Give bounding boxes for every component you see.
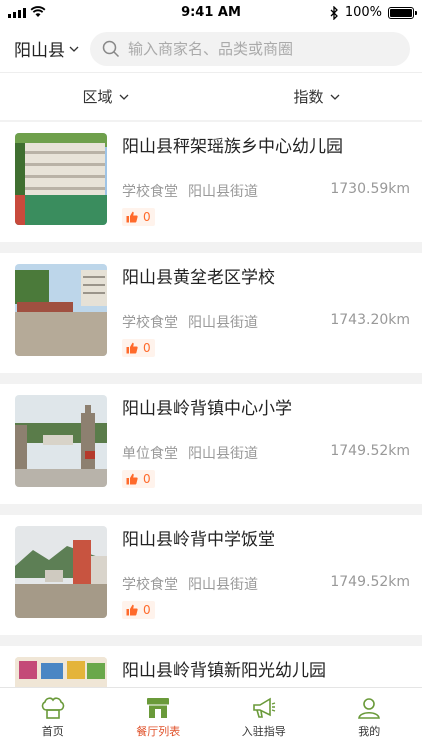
status-right: 100% <box>330 5 417 20</box>
search-bar[interactable] <box>90 32 410 66</box>
like-badge[interactable]: 0 <box>122 339 155 357</box>
restaurant-card[interactable]: 阳山县黄坌老区学校 学校食堂 阳山县街道 1743.20km 0 <box>0 253 422 373</box>
thumbs-up-icon <box>126 473 138 485</box>
tab-restaurant-list-label: 餐厅列表 <box>136 725 181 738</box>
restaurant-category: 单位食堂 <box>122 446 178 462</box>
tab-bar: 首页 餐厅列表 入驻指导 我的 <box>0 687 422 750</box>
search-input[interactable] <box>128 40 388 58</box>
restaurant-name: 阳山县秤架瑶族乡中心幼儿园 <box>122 137 343 157</box>
chevron-down-icon <box>330 94 339 100</box>
battery-percent: 100% <box>344 5 382 20</box>
tab-me-label: 我的 <box>358 725 381 738</box>
tab-home[interactable]: 首页 <box>0 688 106 750</box>
filter-region-label: 区域 <box>82 88 113 106</box>
location-label: 阳山县 <box>14 41 65 61</box>
restaurant-area: 阳山县街道 <box>188 315 258 331</box>
chevron-down-icon <box>119 94 128 100</box>
like-count: 0 <box>143 472 151 486</box>
restaurant-card[interactable]: 阳山县秤架瑶族乡中心幼儿园 学校食堂 阳山县街道 1730.59km 0 <box>0 122 422 242</box>
restaurant-distance: 1730.59km <box>330 181 410 197</box>
tab-guide[interactable]: 入驻指导 <box>211 688 317 750</box>
chevron-down-icon <box>69 46 79 52</box>
restaurant-meta: 学校食堂 阳山县街道 <box>122 181 258 201</box>
filter-bar: 区域 指数 <box>0 72 422 120</box>
restaurant-photo <box>15 395 107 487</box>
filter-region[interactable]: 区域 <box>0 73 211 120</box>
location-selector[interactable]: 阳山县 <box>14 36 79 61</box>
app-root: 9:41 AM 100% 阳山县 区域 指数 <box>0 0 422 750</box>
restaurant-name: 阳山县岭背镇新阳光幼儿园 <box>122 661 326 681</box>
megaphone-icon <box>252 697 275 718</box>
restaurant-category: 学校食堂 <box>122 184 178 200</box>
thumbs-up-icon <box>126 604 138 616</box>
status-bar: 9:41 AM 100% <box>0 0 422 26</box>
restaurant-name: 阳山县黄坌老区学校 <box>122 268 275 288</box>
like-count: 0 <box>143 341 151 355</box>
battery-icon <box>388 6 417 19</box>
restaurant-area: 阳山县街道 <box>188 446 258 462</box>
restaurant-category: 学校食堂 <box>122 315 178 331</box>
like-count: 0 <box>143 603 151 617</box>
filter-index-label: 指数 <box>293 88 324 106</box>
restaurant-category: 学校食堂 <box>122 577 178 593</box>
thumbs-up-icon <box>126 342 138 354</box>
restaurant-area: 阳山县街道 <box>188 577 258 593</box>
restaurant-distance: 1749.52km <box>330 443 410 459</box>
chef-hat-icon <box>41 697 64 719</box>
header: 阳山县 <box>0 26 422 72</box>
restaurant-photo <box>15 526 107 618</box>
restaurant-distance: 1743.20km <box>330 312 410 328</box>
like-badge[interactable]: 0 <box>122 208 155 226</box>
like-count: 0 <box>143 210 151 224</box>
restaurant-card[interactable]: 阳山县岭背镇中心小学 单位食堂 阳山县街道 1749.52km 0 <box>0 384 422 504</box>
restaurant-meta: 单位食堂 阳山县街道 <box>122 443 258 463</box>
restaurant-name: 阳山县岭背镇中心小学 <box>122 399 292 419</box>
restaurant-area: 阳山县街道 <box>188 184 258 200</box>
tab-restaurant-list[interactable]: 餐厅列表 <box>106 688 212 750</box>
restaurant-photo <box>15 133 107 225</box>
like-badge[interactable]: 0 <box>122 470 155 488</box>
tab-guide-label: 入驻指导 <box>241 725 286 738</box>
tab-home-label: 首页 <box>41 725 64 738</box>
restaurant-distance: 1749.52km <box>330 574 410 590</box>
user-icon <box>358 698 381 719</box>
restaurant-name: 阳山县岭背中学饭堂 <box>122 530 275 550</box>
restaurant-meta: 学校食堂 阳山县街道 <box>122 312 258 332</box>
like-badge[interactable]: 0 <box>122 601 155 619</box>
restaurant-photo <box>15 264 107 356</box>
restaurant-meta: 学校食堂 阳山县街道 <box>122 574 258 594</box>
restaurant-card[interactable]: 阳山县岭背中学饭堂 学校食堂 阳山县街道 1749.52km 0 <box>0 515 422 635</box>
thumbs-up-icon <box>126 211 138 223</box>
storefront-icon <box>147 698 170 718</box>
bluetooth-icon <box>330 5 338 20</box>
filter-index[interactable]: 指数 <box>211 73 422 120</box>
tab-me[interactable]: 我的 <box>317 688 422 750</box>
search-icon <box>102 40 120 58</box>
